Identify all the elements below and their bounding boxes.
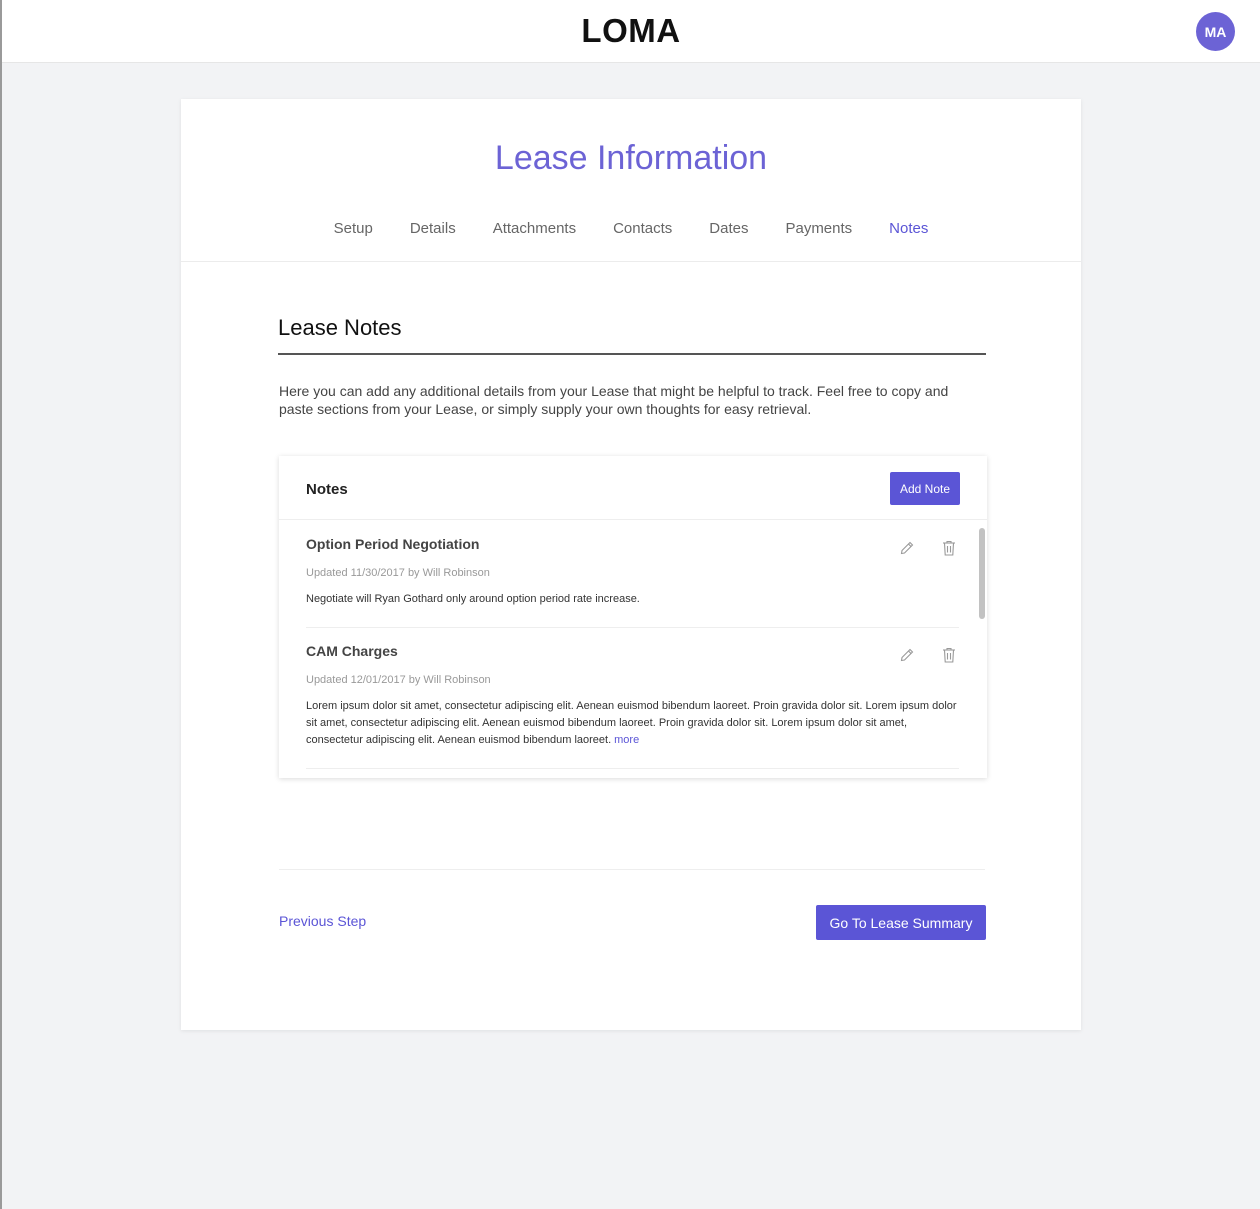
pencil-icon[interactable] (897, 538, 917, 558)
section-title: Lease Notes (278, 315, 402, 340)
note-actions (897, 538, 959, 558)
tab-dates[interactable]: Dates (709, 215, 748, 262)
tab-attachments[interactable]: Attachments (493, 215, 576, 262)
note-body: Negotiate will Ryan Gothard only around … (306, 593, 640, 605)
lease-information-card: Lease Information Setup Details Attachme… (181, 99, 1081, 1030)
window-edge (0, 0, 2, 1209)
note-meta: Updated 12/01/2017 by Will Robinson (306, 674, 491, 686)
notes-scrollbar[interactable] (979, 528, 985, 619)
note-title: Option Period Negotiation (306, 536, 480, 552)
tabs-divider (181, 261, 1081, 262)
note-body: Lorem ipsum dolor sit amet, consectetur … (306, 698, 959, 749)
note-title: CAM Charges (306, 643, 398, 659)
tab-notes[interactable]: Notes (889, 215, 929, 262)
logo: LOMA (581, 12, 681, 49)
tab-payments[interactable]: Payments (785, 215, 852, 262)
tab-contacts[interactable]: Contacts (613, 215, 672, 262)
section-intro: Here you can add any additional details … (279, 383, 949, 417)
pencil-icon[interactable] (897, 645, 917, 665)
user-avatar[interactable]: MA (1196, 12, 1235, 51)
notes-panel-header: Notes Add Note (279, 456, 987, 520)
top-bar: LOMA MA (2, 0, 1260, 63)
add-note-button[interactable]: Add Note (890, 472, 960, 505)
page-title: Lease Information (494, 139, 768, 177)
note-item: Option Period Negotiation Updated 11/30/… (306, 536, 959, 628)
footer-divider (279, 869, 985, 870)
note-item: CAM Charges Updated 12/01/2017 by Will R… (306, 643, 959, 769)
more-link[interactable]: more (614, 734, 639, 746)
previous-step-link[interactable]: Previous Step (279, 913, 366, 929)
notes-panel-title: Notes (306, 481, 348, 498)
notes-panel: Notes Add Note Option Period Negotiation… (279, 456, 987, 778)
tab-details[interactable]: Details (410, 215, 456, 262)
tab-setup[interactable]: Setup (334, 215, 373, 262)
tab-bar: Setup Details Attachments Contacts Dates… (181, 215, 1081, 262)
go-to-lease-summary-button[interactable]: Go To Lease Summary (816, 905, 986, 940)
trash-icon[interactable] (939, 645, 959, 665)
section-divider (278, 353, 986, 355)
note-actions (897, 645, 959, 665)
note-meta: Updated 11/30/2017 by Will Robinson (306, 567, 490, 579)
trash-icon[interactable] (939, 538, 959, 558)
